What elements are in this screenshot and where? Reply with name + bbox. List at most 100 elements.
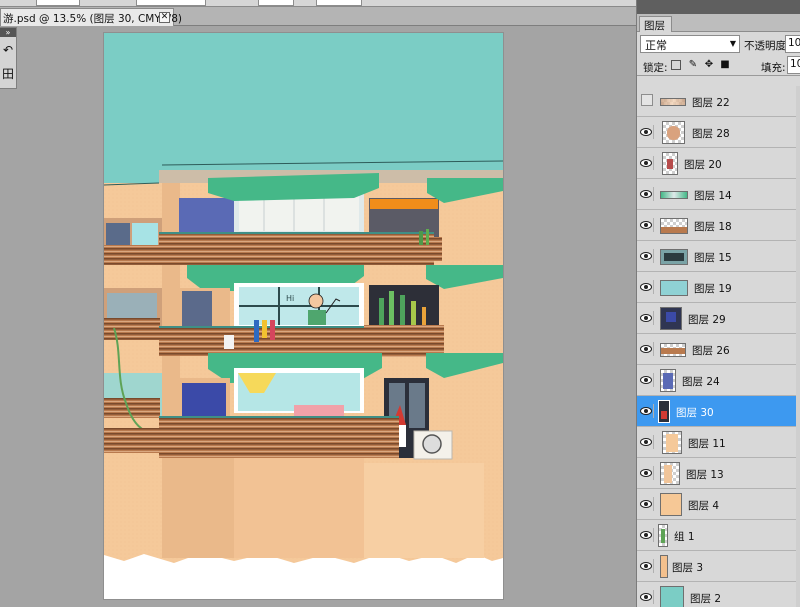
layer-thumbnail xyxy=(658,400,670,423)
layer-thumbnail xyxy=(660,280,688,296)
collapse-icon[interactable]: » xyxy=(0,28,16,37)
tab-layers[interactable]: 图层 xyxy=(639,16,672,32)
fill-label: 填充: xyxy=(761,62,786,74)
eye-icon[interactable] xyxy=(640,125,654,139)
document-title: 游.psd @ 13.5% (图层 30, CMYK/8) xyxy=(3,13,182,25)
layer-row[interactable]: 图层 20 xyxy=(637,148,800,179)
options-field[interactable] xyxy=(136,0,206,6)
layer-name: 图层 4 xyxy=(688,500,720,512)
layer-name: 图层 14 xyxy=(694,190,732,202)
eye-icon[interactable] xyxy=(640,528,654,542)
eye-icon[interactable] xyxy=(640,590,654,604)
close-tab-icon[interactable]: ✕ xyxy=(159,12,170,23)
layer-thumbnail xyxy=(660,191,688,199)
panel-tab-row: 图层 xyxy=(637,14,800,32)
layer-name: 图层 11 xyxy=(688,438,726,450)
layer-name: 图层 24 xyxy=(682,376,720,388)
layer-name: 图层 26 xyxy=(692,345,730,357)
layer-name: 图层 29 xyxy=(688,314,726,326)
layer-row[interactable]: 图层 24 xyxy=(637,365,800,396)
blend-mode-value: 正常 xyxy=(645,39,667,52)
eye-icon[interactable] xyxy=(640,280,654,294)
options-field[interactable] xyxy=(258,0,294,6)
layer-name: 图层 22 xyxy=(692,97,730,109)
layer-name: 组 1 xyxy=(674,531,695,543)
layer-row[interactable]: 图层 11 xyxy=(637,427,800,458)
opacity-field[interactable]: 100 xyxy=(785,35,800,53)
layer-thumbnail xyxy=(660,462,680,485)
illustration: Hi xyxy=(104,33,503,599)
options-field[interactable] xyxy=(316,0,362,6)
eye-icon[interactable] xyxy=(640,373,654,387)
layer-row[interactable]: 图层 19 xyxy=(637,272,800,303)
layer-thumbnail xyxy=(660,493,682,516)
layer-thumbnail xyxy=(660,369,676,392)
panel-header xyxy=(637,0,800,14)
layer-name: 图层 13 xyxy=(686,469,724,481)
layer-name: 图层 20 xyxy=(684,159,722,171)
person-body xyxy=(308,310,326,325)
layer-thumbnail xyxy=(662,431,682,454)
speech-text: Hi xyxy=(286,294,294,303)
eye-icon[interactable] xyxy=(640,249,654,263)
lock-transparency-icon[interactable] xyxy=(671,60,681,70)
eye-icon[interactable] xyxy=(640,404,654,418)
layer-name: 图层 30 xyxy=(676,407,714,419)
blend-mode-select[interactable]: 正常 ▼ xyxy=(640,35,740,53)
eye-icon[interactable] xyxy=(640,466,654,480)
layer-thumbnail xyxy=(662,152,678,175)
lock-move-icon[interactable]: ✥ xyxy=(703,59,715,71)
layer-row[interactable]: 图层 22 xyxy=(637,86,800,117)
lock-brush-icon[interactable]: ✎ xyxy=(687,59,699,71)
layer-row[interactable]: 图层 15 xyxy=(637,241,800,272)
layer-thumbnail xyxy=(660,249,688,265)
blend-row: 正常 ▼ 不透明度: 100 xyxy=(637,33,800,55)
layer-row[interactable]: 图层 14 xyxy=(637,179,800,210)
lock-label: 锁定: xyxy=(643,62,668,74)
layer-row[interactable]: 图层 4 xyxy=(637,489,800,520)
layer-name: 图层 3 xyxy=(672,562,704,574)
layer-name: 图层 18 xyxy=(694,221,732,233)
document-tab[interactable]: 游.psd @ 13.5% (图层 30, CMYK/8) ✕ xyxy=(0,8,182,26)
history-brush-icon[interactable]: ↶ xyxy=(0,42,16,58)
eye-icon[interactable] xyxy=(640,156,654,170)
layer-name: 图层 28 xyxy=(692,128,730,140)
lock-all-icon[interactable]: ■ xyxy=(719,59,731,71)
eye-icon[interactable] xyxy=(640,342,654,356)
lock-row: 锁定: ✎ ✥ ■ 填充: 100 xyxy=(637,56,800,76)
eye-icon[interactable] xyxy=(640,311,654,325)
layer-row-selected[interactable]: 图层 30 xyxy=(637,396,800,427)
layers-scrollbar[interactable] xyxy=(796,86,800,607)
layer-row[interactable]: 图层 29 xyxy=(637,303,800,334)
layer-thumbnail xyxy=(660,98,686,106)
layer-row[interactable]: 图层 26 xyxy=(637,334,800,365)
chevron-down-icon: ▼ xyxy=(729,39,736,48)
layer-thumbnail xyxy=(660,586,684,607)
document-tab-bar: 游.psd @ 13.5% (图层 30, CMYK/8) ✕ xyxy=(0,7,636,26)
layer-thumbnail xyxy=(660,343,686,357)
layer-row[interactable]: 图层 13 xyxy=(637,458,800,489)
options-bar xyxy=(0,0,636,7)
layer-group-row[interactable]: 组 1 xyxy=(637,520,800,551)
layer-thumbnail xyxy=(660,218,688,234)
eye-icon[interactable] xyxy=(640,497,654,511)
eye-icon[interactable] xyxy=(640,187,654,201)
layer-row[interactable]: 图层 2 xyxy=(637,582,800,607)
eye-icon[interactable] xyxy=(640,218,654,232)
tools-panel: » ↶ 田 xyxy=(0,27,17,89)
opacity-label: 不透明度: xyxy=(744,40,790,52)
canvas[interactable]: Hi xyxy=(104,33,503,599)
eye-icon[interactable] xyxy=(640,559,654,573)
person-head xyxy=(308,293,324,309)
layer-row[interactable]: 图层 18 xyxy=(637,210,800,241)
layer-name: 图层 19 xyxy=(694,283,732,295)
eye-icon[interactable] xyxy=(640,435,654,449)
layer-row[interactable]: 图层 3 xyxy=(637,551,800,582)
fill-field[interactable]: 100 xyxy=(787,56,800,74)
grid-icon[interactable]: 田 xyxy=(0,66,16,82)
layer-row[interactable]: 图层 28 xyxy=(637,117,800,148)
options-field[interactable] xyxy=(36,0,80,6)
visibility-toggle[interactable] xyxy=(641,94,653,106)
layer-thumbnail xyxy=(658,524,668,547)
layer-thumbnail xyxy=(660,555,668,578)
